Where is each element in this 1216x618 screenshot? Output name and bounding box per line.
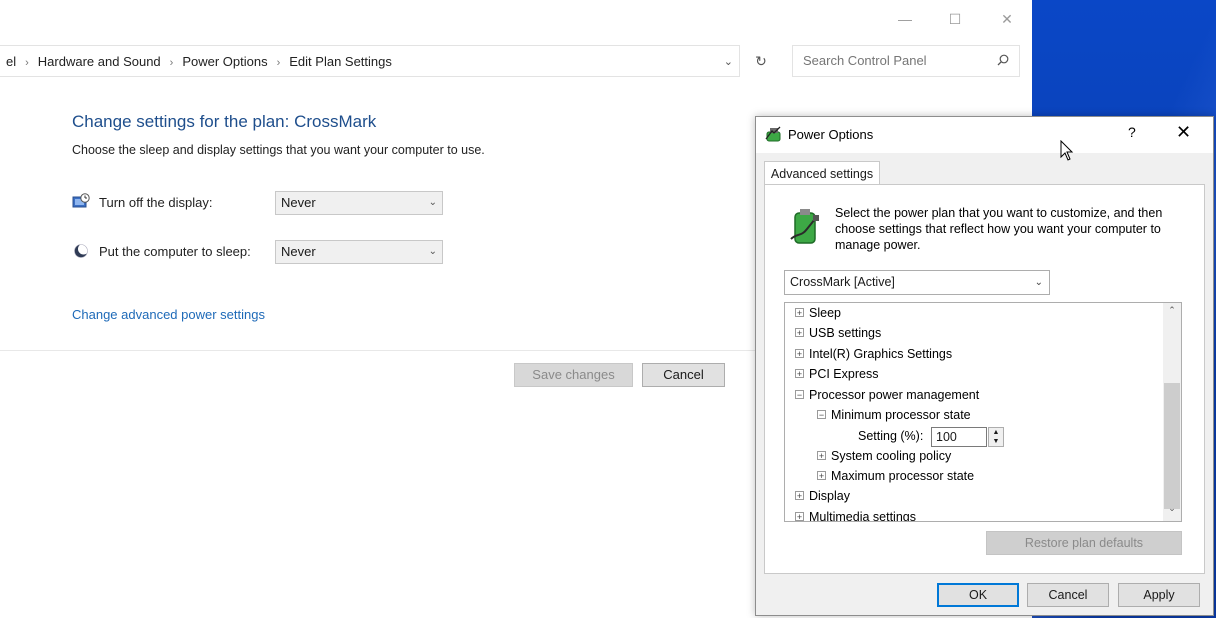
power-plan-value: CrossMark [Active] [790,275,895,289]
collapse-icon[interactable]: − [817,410,826,420]
dialog-title-bar: Power Options ? ✕ [756,117,1213,153]
tree-item-sleep[interactable]: + Sleep [795,306,841,320]
expand-icon[interactable]: + [817,451,826,461]
tree-item-system-cooling-policy[interactable]: + System cooling policy [817,449,951,463]
maximize-icon[interactable]: ☐ [944,8,966,30]
close-icon[interactable]: ✕ [1176,122,1191,143]
expand-icon[interactable]: + [795,308,804,318]
search-input[interactable]: Search Control Panel [803,46,927,76]
tree-label: Display [809,489,850,503]
chevron-right-icon: › [25,57,29,69]
tree-label: Sleep [809,306,841,320]
spinner-icon[interactable]: ▲ ▼ [988,427,1004,447]
tree-item-intel-graphics[interactable]: + Intel(R) Graphics Settings [795,347,952,361]
tree-item-usb-settings[interactable]: + USB settings [795,326,881,340]
page-title: Change settings for the plan: CrossMark [72,112,377,131]
scrollbar-thumb[interactable] [1164,383,1180,509]
setting-percent-input[interactable]: 100 [931,427,987,447]
display-timeout-value: Never [281,195,316,210]
breadcrumb-edit-plan-settings[interactable]: Edit Plan Settings [289,54,392,69]
tree-item-processor-power-management[interactable]: − Processor power management [795,388,979,402]
breadcrumb: el › Hardware and Sound › Power Options › Edit… [6,46,392,78]
page-subtitle: Choose the sleep and display settings th… [72,143,485,157]
divider [0,350,760,351]
power-plan-select[interactable]: CrossMark [Active] ⌄ [784,270,1050,295]
tree-label: Processor power management [809,388,980,402]
settings-tree[interactable]: + Sleep + USB settings + Intel(R) Graphics … [784,302,1182,522]
expand-icon[interactable]: + [817,471,826,481]
tree-label: USB settings [809,326,882,340]
sleep-timeout-value: Never [281,244,316,259]
expand-icon[interactable]: + [795,328,804,338]
restore-plan-defaults-button[interactable]: Restore plan defaults [986,531,1182,555]
dialog-title: Power Options [788,127,874,142]
chevron-up-icon[interactable]: ⌃ [1163,305,1181,321]
chevron-right-icon: › [169,57,174,69]
power-options-dialog: Power Options ? ✕ Advanced settings Sele… [755,116,1214,616]
dialog-cancel-button[interactable]: Cancel [1027,583,1109,607]
search-box[interactable]: Search Control Panel [792,45,1020,77]
setting-percent-label: Setting (%): [858,429,924,443]
refresh-icon[interactable]: ↻ [748,45,774,77]
tree-item-display[interactable]: + Display [795,489,850,503]
chevron-right-icon: › [276,57,281,69]
apply-button[interactable]: Apply [1118,583,1200,607]
dialog-description: Select the power plan that you want to c… [835,206,1163,252]
tree-item-minimum-processor-state[interactable]: − Minimum processor state [817,408,971,422]
breadcrumb-power-options[interactable]: Power Options [182,54,267,69]
advanced-settings-link[interactable]: Change advanced power settings [72,307,265,322]
expand-icon[interactable]: + [795,512,804,521]
close-icon[interactable]: ✕ [996,8,1018,30]
expand-icon[interactable]: + [795,491,804,501]
cancel-button[interactable]: Cancel [642,363,725,387]
sleep-label: Put the computer to sleep: [99,244,251,259]
tree-label: Maximum processor state [831,469,975,483]
breadcrumb-hardware-and-sound[interactable]: Hardware and Sound [38,54,161,69]
minimize-icon[interactable]: — [894,8,916,30]
chevron-down-icon: ⌄ [1034,277,1043,288]
help-icon[interactable]: ? [1128,124,1136,140]
breadcrumb-partial[interactable]: el [6,54,16,69]
moon-icon [74,243,89,258]
collapse-icon[interactable]: − [795,390,804,400]
sleep-timeout-select[interactable]: Never ⌄ [275,240,443,264]
tree-label: Multimedia settings [809,510,916,522]
tree-label: PCI Express [809,367,879,381]
battery-plug-icon [790,209,819,244]
tree-label: Minimum processor state [831,408,971,422]
expand-icon[interactable]: + [795,369,804,379]
display-label: Turn off the display: [99,195,213,210]
save-changes-button[interactable]: Save changes [514,363,633,387]
advanced-settings-panel: Select the power plan that you want to c… [764,184,1205,574]
chevron-down-icon: ⌄ [428,246,437,257]
title-bar: — ☐ ✕ [0,0,1032,40]
tree-item-maximum-processor-state[interactable]: + Maximum processor state [817,469,974,483]
tree-item-pci-express[interactable]: + PCI Express [795,367,878,381]
address-bar[interactable]: el › Hardware and Sound › Power Options › Edit… [0,45,740,77]
display-timeout-select[interactable]: Never ⌄ [275,191,443,215]
monitor-clock-icon [72,193,90,208]
search-icon [997,54,1009,66]
chevron-down-icon[interactable]: ⌄ [724,46,733,78]
mouse-cursor-icon [1060,140,1074,161]
chevron-down-icon: ⌄ [428,197,437,208]
tree-item-multimedia-settings[interactable]: + Multimedia settings [795,510,916,522]
chevron-down-icon[interactable]: ⌄ [1163,503,1181,519]
tree-label: Intel(R) Graphics Settings [809,347,953,361]
power-options-icon [765,126,781,142]
tab-advanced-settings[interactable]: Advanced settings [764,161,880,186]
tree-label: System cooling policy [831,449,952,463]
expand-icon[interactable]: + [795,349,804,359]
tree-scrollbar[interactable]: ⌃ ⌄ [1163,303,1181,521]
ok-button[interactable]: OK [937,583,1019,607]
